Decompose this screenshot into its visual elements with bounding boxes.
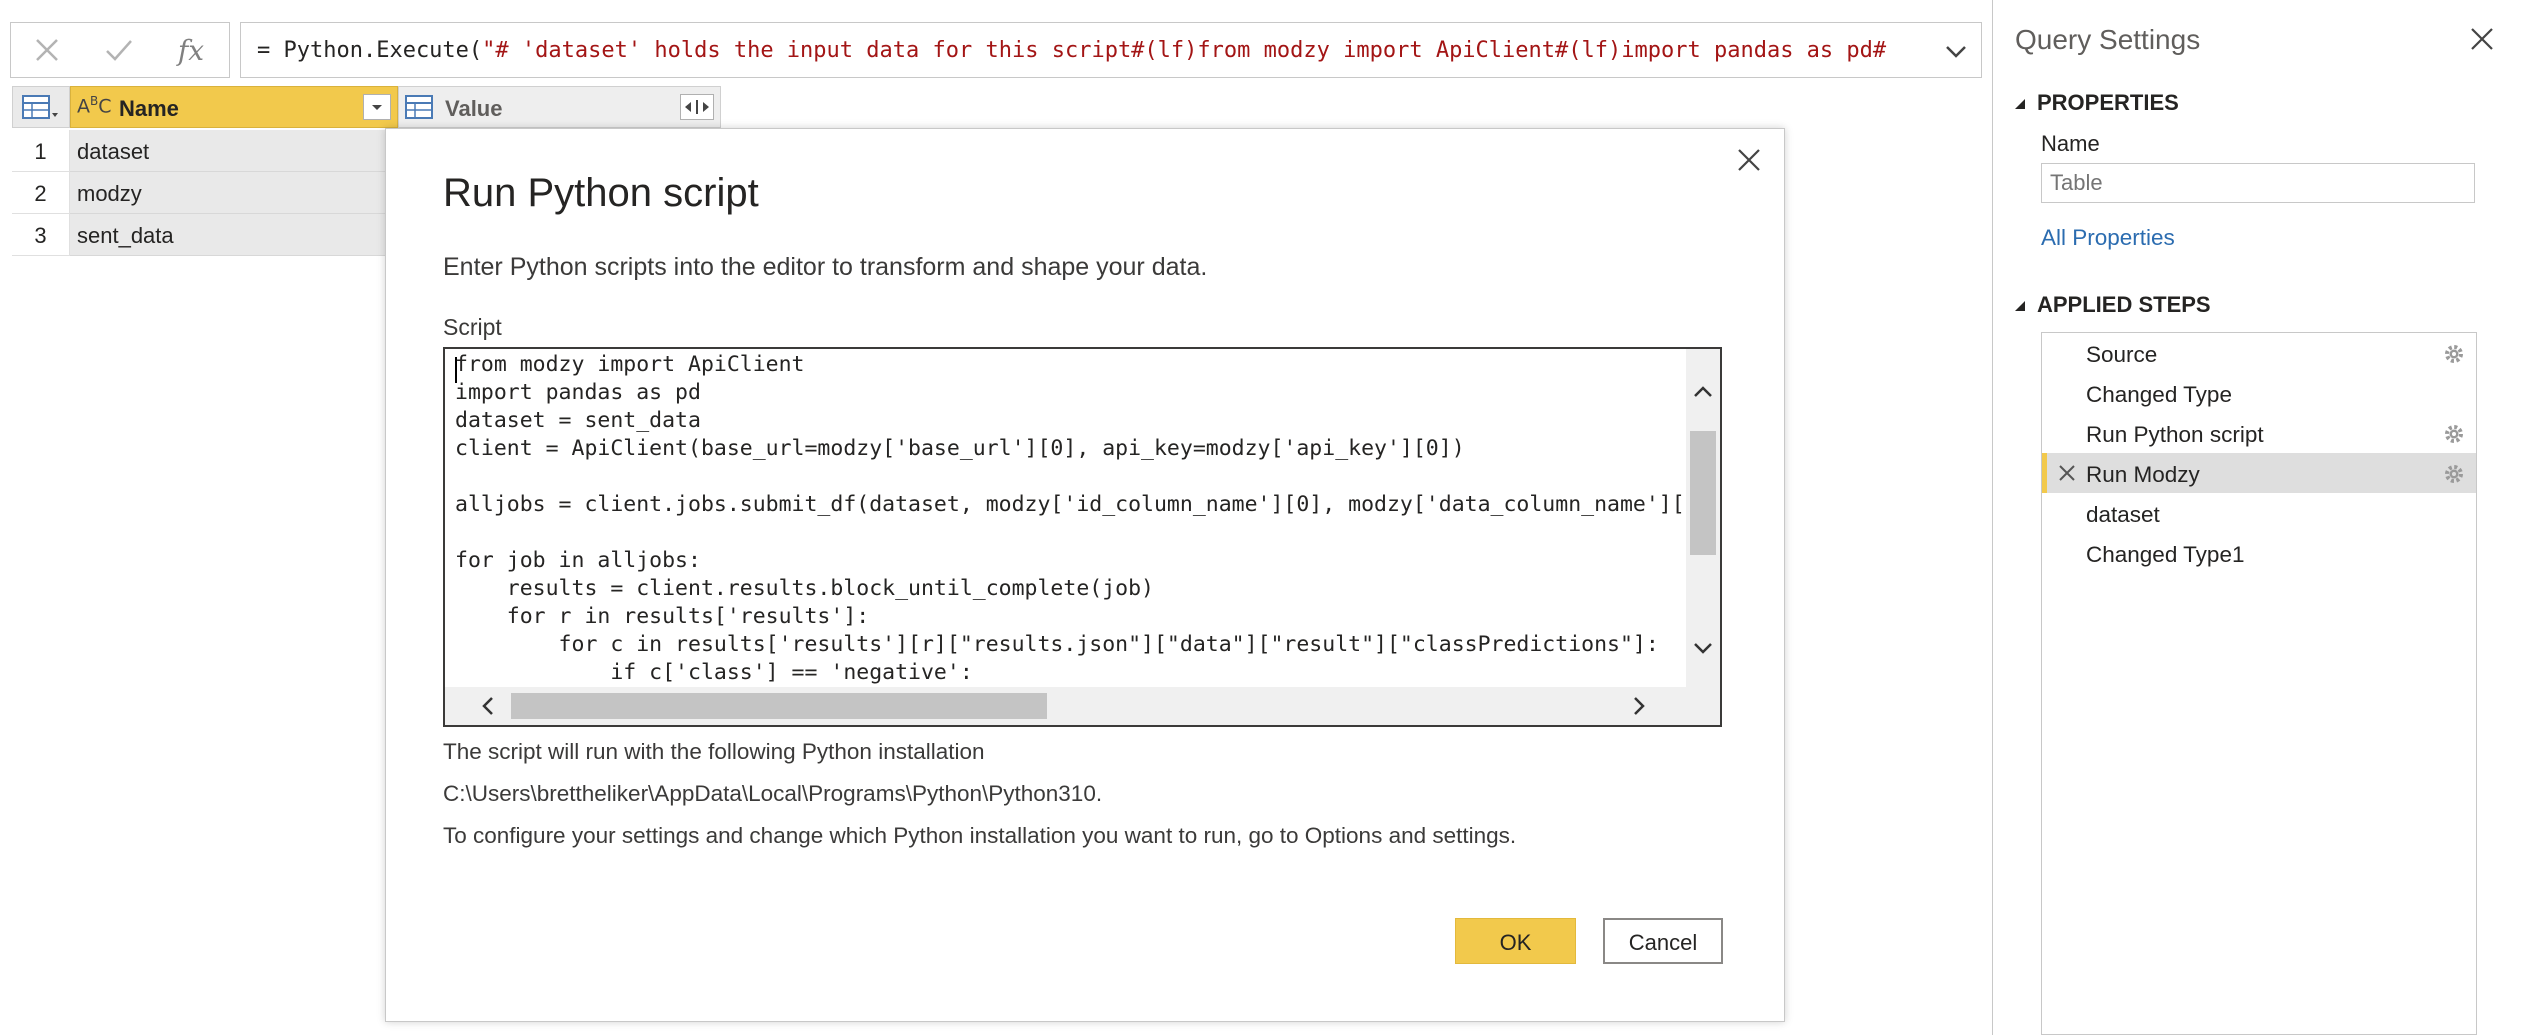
query-name-input[interactable] xyxy=(2041,163,2475,203)
formula-text: = Python.Execute("# 'dataset' holds the … xyxy=(257,38,1886,63)
query-settings-pane: Query Settings PROPERTIES Name All Prope… xyxy=(1992,0,2523,1035)
pane-title: Query Settings xyxy=(2015,24,2201,55)
applied-steps-list: Source Changed Type Run Python script Ru… xyxy=(2041,332,2477,1035)
chevron-down-icon[interactable] xyxy=(1941,37,1971,65)
expand-column-button[interactable] xyxy=(680,94,714,120)
scroll-right-button[interactable] xyxy=(1624,691,1654,721)
horizontal-scroll-thumb[interactable] xyxy=(511,693,1047,719)
formula-bar-controls: fx xyxy=(10,22,230,78)
column-header-label: Name xyxy=(119,96,179,121)
step-label: Run Python script xyxy=(2086,422,2264,447)
table-icon xyxy=(405,95,433,119)
chevron-down-icon xyxy=(372,105,382,110)
ok-button[interactable]: OK xyxy=(1455,918,1576,964)
insert-function-button[interactable]: fx xyxy=(155,23,227,77)
vertical-scroll-thumb[interactable] xyxy=(1690,431,1716,555)
chevron-left-icon xyxy=(482,697,493,715)
installation-path: C:\Users\brettheliker\AppData\Local\Prog… xyxy=(443,781,1103,806)
table-row[interactable]: 1 dataset xyxy=(12,130,398,172)
configure-note: To configure your settings and change wh… xyxy=(443,823,1517,848)
row-name-cell: modzy xyxy=(70,172,398,214)
step-label: Source xyxy=(2086,342,2158,367)
step-label: Changed Type xyxy=(2086,382,2232,407)
text-type-icon: ABC xyxy=(77,94,112,118)
close-icon xyxy=(36,39,58,61)
step-changed-type[interactable]: Changed Type xyxy=(2042,373,2476,413)
step-label: Changed Type1 xyxy=(2086,542,2245,567)
step-run-python-script[interactable]: Run Python script xyxy=(2042,413,2476,453)
close-icon[interactable] xyxy=(2469,26,2495,52)
gear-icon[interactable] xyxy=(2442,462,2466,486)
chevron-right-icon xyxy=(1634,697,1645,715)
table-menu-button[interactable] xyxy=(12,86,70,128)
script-editor[interactable]: from modzy import ApiClient import panda… xyxy=(443,347,1722,727)
step-source[interactable]: Source xyxy=(2042,333,2476,373)
run-python-script-dialog: Run Python script Enter Python scripts i… xyxy=(385,128,1785,1022)
dialog-title: Run Python script xyxy=(443,171,759,215)
text-caret xyxy=(455,357,457,383)
step-dataset[interactable]: dataset xyxy=(2042,493,2476,533)
collapse-triangle-icon xyxy=(2015,301,2025,311)
formula-prefix: = Python.Execute( xyxy=(257,38,483,63)
dialog-description: Enter Python scripts into the editor to … xyxy=(443,253,1208,281)
column-header-label: Value xyxy=(445,96,503,121)
chevron-up-icon xyxy=(1694,386,1712,397)
gear-icon[interactable] xyxy=(2442,342,2466,366)
scroll-up-button[interactable] xyxy=(1688,377,1718,407)
installation-note: The script will run with the following P… xyxy=(443,739,985,764)
table-icon xyxy=(22,95,58,119)
selection-indicator xyxy=(2042,453,2047,493)
chevron-down-icon xyxy=(1694,643,1712,654)
formula-string: "# 'dataset' holds the input data for th… xyxy=(482,38,1887,63)
collapse-triangle-icon xyxy=(2015,99,2025,109)
step-label: dataset xyxy=(2086,502,2160,527)
delete-step-icon[interactable] xyxy=(2058,464,2076,482)
column-header-name[interactable]: ABC Name xyxy=(70,86,398,128)
script-label: Script xyxy=(443,314,502,340)
scrollbar-corner xyxy=(1686,687,1720,725)
vertical-scrollbar[interactable] xyxy=(1686,349,1720,687)
column-header-value[interactable]: Value xyxy=(398,86,721,128)
section-title: APPLIED STEPS xyxy=(2037,292,2211,317)
row-number: 1 xyxy=(12,130,70,172)
column-filter-button[interactable] xyxy=(363,94,391,120)
fx-label: fx xyxy=(177,33,205,67)
scroll-left-button[interactable] xyxy=(473,691,503,721)
script-code[interactable]: from modzy import ApiClient import panda… xyxy=(455,351,1690,691)
table-row[interactable]: 3 sent_data xyxy=(12,214,398,256)
section-title: PROPERTIES xyxy=(2037,90,2179,115)
applied-steps-section-toggle[interactable]: APPLIED STEPS xyxy=(2013,292,2211,318)
all-properties-link[interactable]: All Properties xyxy=(2041,225,2175,251)
row-name-cell: dataset xyxy=(70,130,398,172)
check-icon xyxy=(106,40,132,61)
expand-arrows-icon xyxy=(685,100,709,114)
step-changed-type1[interactable]: Changed Type1 xyxy=(2042,533,2476,573)
row-number: 2 xyxy=(12,172,70,214)
confirm-edit-button[interactable] xyxy=(83,23,155,77)
row-name-cell: sent_data xyxy=(70,214,398,256)
properties-section-toggle[interactable]: PROPERTIES xyxy=(2013,90,2179,116)
scroll-down-button[interactable] xyxy=(1688,633,1718,663)
formula-input[interactable]: = Python.Execute("# 'dataset' holds the … xyxy=(240,22,1982,78)
gear-icon[interactable] xyxy=(2442,422,2466,446)
close-icon[interactable] xyxy=(1732,143,1766,177)
cancel-edit-button[interactable] xyxy=(11,23,83,77)
cancel-button[interactable]: Cancel xyxy=(1603,918,1723,964)
step-run-modzy[interactable]: Run Modzy xyxy=(2042,453,2476,493)
horizontal-scrollbar[interactable] xyxy=(445,687,1690,725)
step-label: Run Modzy xyxy=(2086,462,2200,487)
table-row[interactable]: 2 modzy xyxy=(12,172,398,214)
row-number: 3 xyxy=(12,214,70,256)
name-label: Name xyxy=(2041,131,2100,156)
